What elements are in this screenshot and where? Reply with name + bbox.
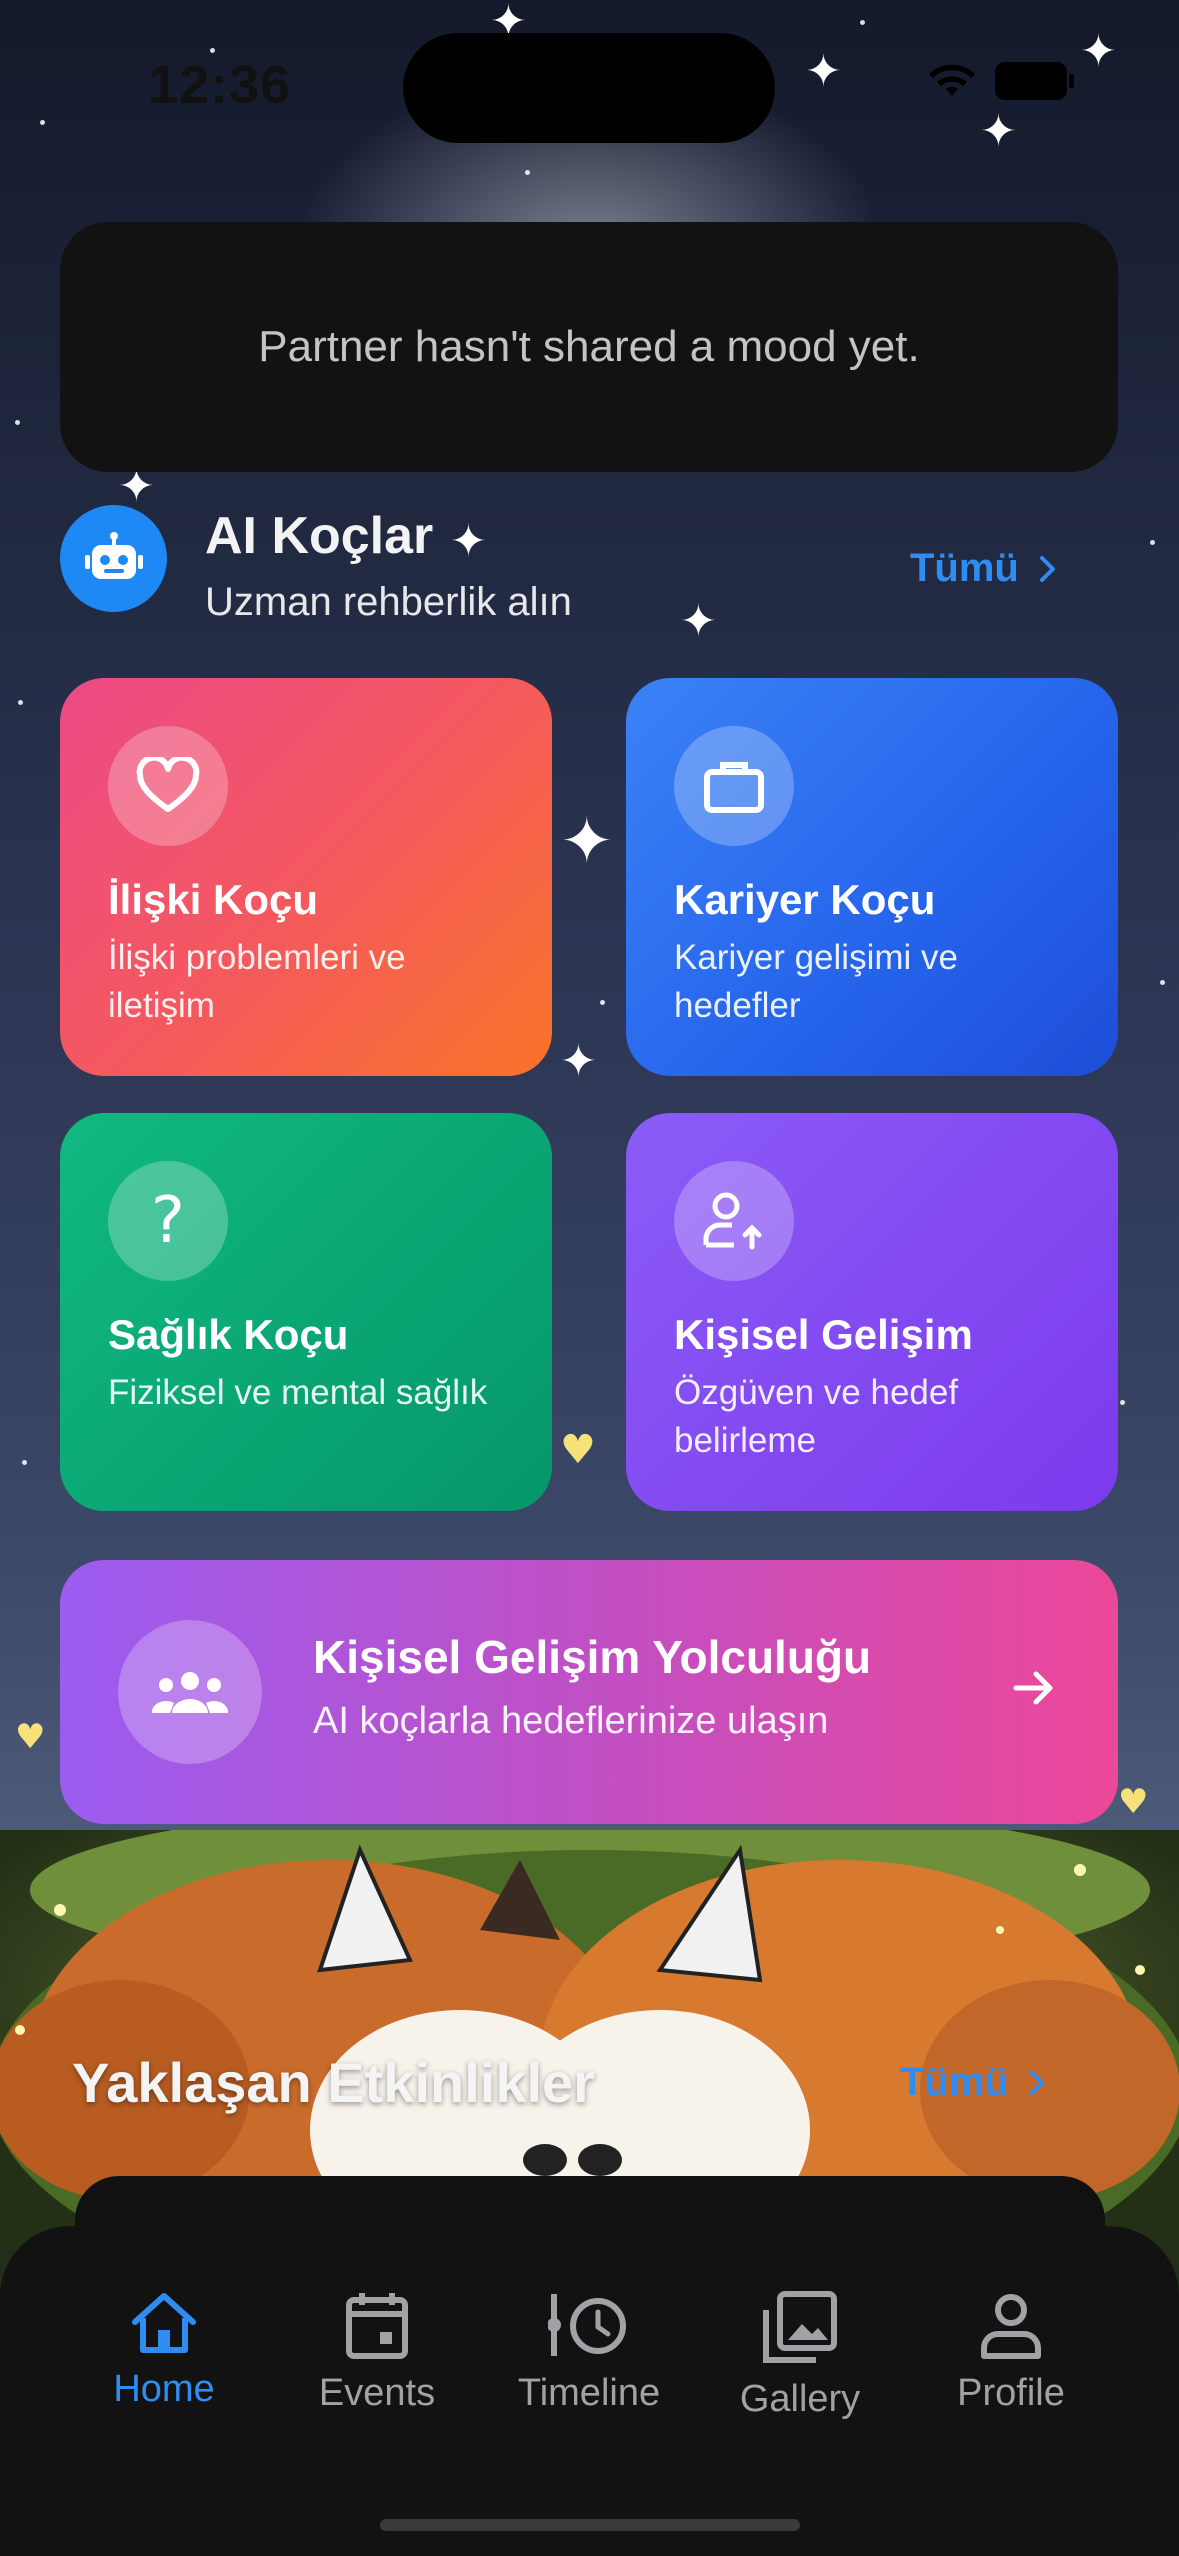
heart-icon <box>108 726 228 846</box>
card-description: Kariyer gelişimi ve hedefler <box>674 938 958 1025</box>
personal-growth-journey-banner[interactable]: Kişisel Gelişim Yolculuğu AI koçlarla he… <box>60 1560 1118 1824</box>
dynamic-island <box>403 33 775 143</box>
partner-mood-text: Partner hasn't shared a mood yet. <box>258 322 920 371</box>
tab-label: Timeline <box>517 2372 661 2414</box>
home-indicator <box>380 2519 800 2531</box>
see-all-label: Tümü <box>900 2060 1009 2104</box>
gallery-icon <box>763 2291 837 2363</box>
card-description: Fiziksel ve mental sağlık <box>108 1373 488 1412</box>
events-see-all-button[interactable]: Tümü <box>900 2060 1045 2105</box>
tab-label: Gallery <box>739 2378 861 2420</box>
career-coach-card[interactable]: Kariyer Koçu Kariyer gelişimi ve hedefle… <box>626 678 1118 1076</box>
robot-icon <box>60 505 167 612</box>
tab-timeline[interactable]: Timeline <box>494 2290 684 2415</box>
arrow-right-icon <box>1013 1671 1053 1705</box>
person-icon <box>981 2294 1041 2359</box>
chevron-right-icon <box>1029 2070 1045 2095</box>
journey-subtitle: AI koçlarla hedeflerinize ulaşın <box>313 1700 829 1742</box>
tab-label: Home <box>113 2368 215 2410</box>
see-all-label: Tümü <box>910 546 1019 590</box>
status-icons <box>927 62 1074 100</box>
tab-events[interactable]: Events <box>282 2290 472 2415</box>
card-title: Sağlık Koçu <box>108 1311 349 1358</box>
health-coach-card[interactable]: ? Sağlık Koçu Fiziksel ve mental sağlık <box>60 1113 552 1511</box>
calendar-icon <box>346 2293 408 2359</box>
tab-label: Profile <box>957 2372 1065 2414</box>
card-title: Kariyer Koçu <box>674 876 936 923</box>
person-up-icon <box>674 1161 794 1281</box>
wifi-icon <box>929 64 975 96</box>
tab-home[interactable]: Home <box>69 2290 259 2411</box>
ai-coaches-subtitle: Uzman rehberlik alın <box>205 580 572 624</box>
partner-mood-card[interactable]: Partner hasn't shared a mood yet. <box>60 222 1118 472</box>
question-icon: ? <box>108 1161 228 1281</box>
tab-label: Events <box>318 2372 436 2414</box>
relationship-coach-card[interactable]: İlişki Koçu İlişki problemleri ve iletiş… <box>60 678 552 1076</box>
card-description: Özgüven ve hedef belirleme <box>674 1373 959 1460</box>
card-title: Kişisel Gelişim <box>674 1311 973 1358</box>
chevron-right-icon <box>1039 555 1055 582</box>
personal-growth-card[interactable]: Kişisel Gelişim Özgüven ve hedef belirle… <box>626 1113 1118 1511</box>
status-time: 12:36 <box>148 55 292 115</box>
card-title: İlişki Koçu <box>108 876 319 923</box>
briefcase-icon <box>674 726 794 846</box>
tab-gallery[interactable]: Gallery <box>705 2290 895 2421</box>
ai-coaches-title: AI Koçlar <box>205 507 434 565</box>
ai-coaches-see-all-button[interactable]: Tümü <box>910 546 1057 591</box>
group-icon <box>118 1620 262 1764</box>
tab-profile[interactable]: Profile <box>916 2290 1106 2415</box>
home-icon <box>132 2293 196 2353</box>
upcoming-events-title: Yaklaşan Etkinlikler <box>72 2051 595 2114</box>
history-icon <box>548 2294 626 2356</box>
card-description: İlişki problemleri ve iletişim <box>108 938 406 1025</box>
journey-title: Kişisel Gelişim Yolculuğu <box>313 1631 872 1683</box>
battery-icon <box>995 62 1074 100</box>
